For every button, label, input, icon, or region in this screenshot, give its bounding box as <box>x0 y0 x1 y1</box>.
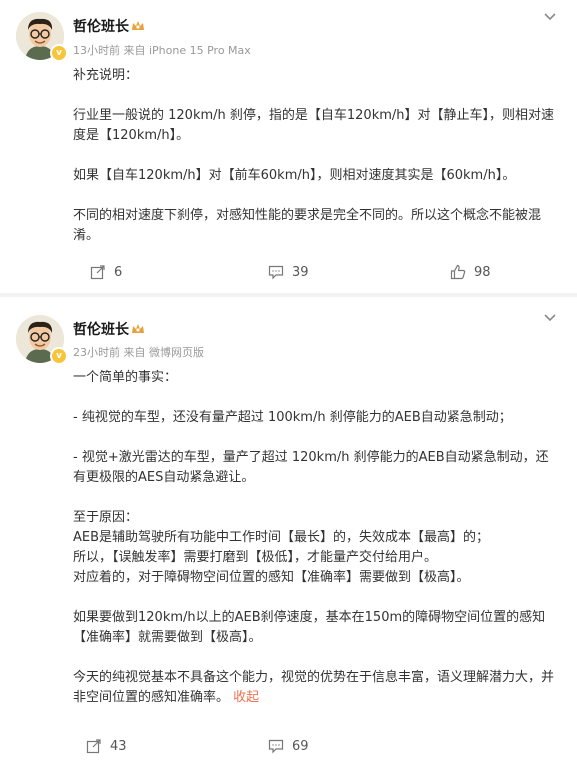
post-time-source: 23小时前 来自 微博网页版 <box>73 346 204 359</box>
post-paragraph-text: 今天的纯视觉基本不具备这个能力，视觉的优势在于信息丰富，语义理解潜力大，并非空间… <box>73 670 555 705</box>
post-paragraph: 至于原因： <box>73 510 139 525</box>
repost-icon <box>86 739 101 754</box>
post-paragraph: 不同的相对速度下刹停，对感知性能的要求是完全不同的。所以这个概念不能被混淆。 <box>73 208 542 243</box>
author-name[interactable]: 哲伦班长 <box>73 319 129 339</box>
post-actions: 43 69 <box>0 738 577 758</box>
comment-icon <box>268 739 284 754</box>
post-paragraph: 今天的纯视觉基本不具备这个能力，视觉的优势在于信息丰富，语义理解潜力大，并非空间… <box>73 668 561 708</box>
post-paragraph: 所以，【误触发率】需要打磨到【极低】，才能量产交付给用户。 <box>73 550 438 565</box>
post-actions: 6 39 98 <box>0 264 577 284</box>
post-paragraph: 如果要做到120km/h以上的AEB刹停速度，基本在150m的障碍物空间位置的感… <box>73 610 546 645</box>
chevron-down-icon[interactable] <box>543 10 557 24</box>
post-time-source: 13小时前 来自 iPhone 15 Pro Max <box>73 44 251 57</box>
like-button[interactable]: 98 <box>450 264 491 280</box>
crown-icon <box>132 324 144 333</box>
comment-button[interactable]: 69 <box>268 738 309 754</box>
verified-badge: v <box>50 347 68 365</box>
post-paragraph: 补充说明： <box>73 68 139 83</box>
repost-button[interactable]: 6 <box>90 264 122 280</box>
post-text: 一个简单的事实： - 纯视觉的车型，还没有量产超过 100km/h 刹停能力的A… <box>73 368 561 708</box>
post-card: v 哲伦班长 13小时前 来自 iPhone 15 Pro Max 补充说明： … <box>0 0 577 293</box>
like-icon <box>450 264 466 280</box>
verified-badge: v <box>50 44 68 62</box>
repost-button[interactable]: 43 <box>86 738 127 754</box>
comment-button[interactable]: 39 <box>268 264 309 280</box>
post-paragraph: - 视觉+激光雷达的车型，量产了超过 120km/h 刹停能力的AEB自动紧急制… <box>73 450 549 485</box>
repost-count: 43 <box>110 738 127 754</box>
post-card: v 哲伦班长 23小时前 来自 微博网页版 一个简单的事实： - 纯视觉的车型，… <box>0 297 577 769</box>
post-paragraph: 如果【自车120km/h】对【前车60km/h】，则相对速度其实是【60km/h… <box>73 168 516 183</box>
repost-count: 6 <box>114 264 123 280</box>
comment-count: 69 <box>292 738 309 754</box>
repost-icon <box>90 265 105 280</box>
post-text: 补充说明： 行业里一般说的 120km/h 刹停，指的是【自车120km/h】对… <box>73 66 561 246</box>
post-paragraph: AEB是辅助驾驶所有功能中工作时间【最长】的，失效成本【最高】的； <box>73 530 490 545</box>
post-paragraph: 对应着的，对于障碍物空间位置的感知【准确率】需要做到【极高】。 <box>73 570 470 585</box>
collapse-link[interactable]: 收起 <box>233 690 259 705</box>
post-paragraph: 一个简单的事实： <box>73 370 178 385</box>
comment-count: 39 <box>292 264 309 280</box>
post-paragraph: - 纯视觉的车型，还没有量产超过 100km/h 刹停能力的AEB自动紧急制动； <box>73 410 512 425</box>
comment-icon <box>268 265 284 280</box>
author-name[interactable]: 哲伦班长 <box>73 16 129 36</box>
post-paragraph: 行业里一般说的 120km/h 刹停，指的是【自车120km/h】对【静止车】，… <box>73 108 555 143</box>
crown-icon <box>132 21 144 30</box>
like-count: 98 <box>474 264 491 280</box>
chevron-down-icon[interactable] <box>543 311 557 325</box>
